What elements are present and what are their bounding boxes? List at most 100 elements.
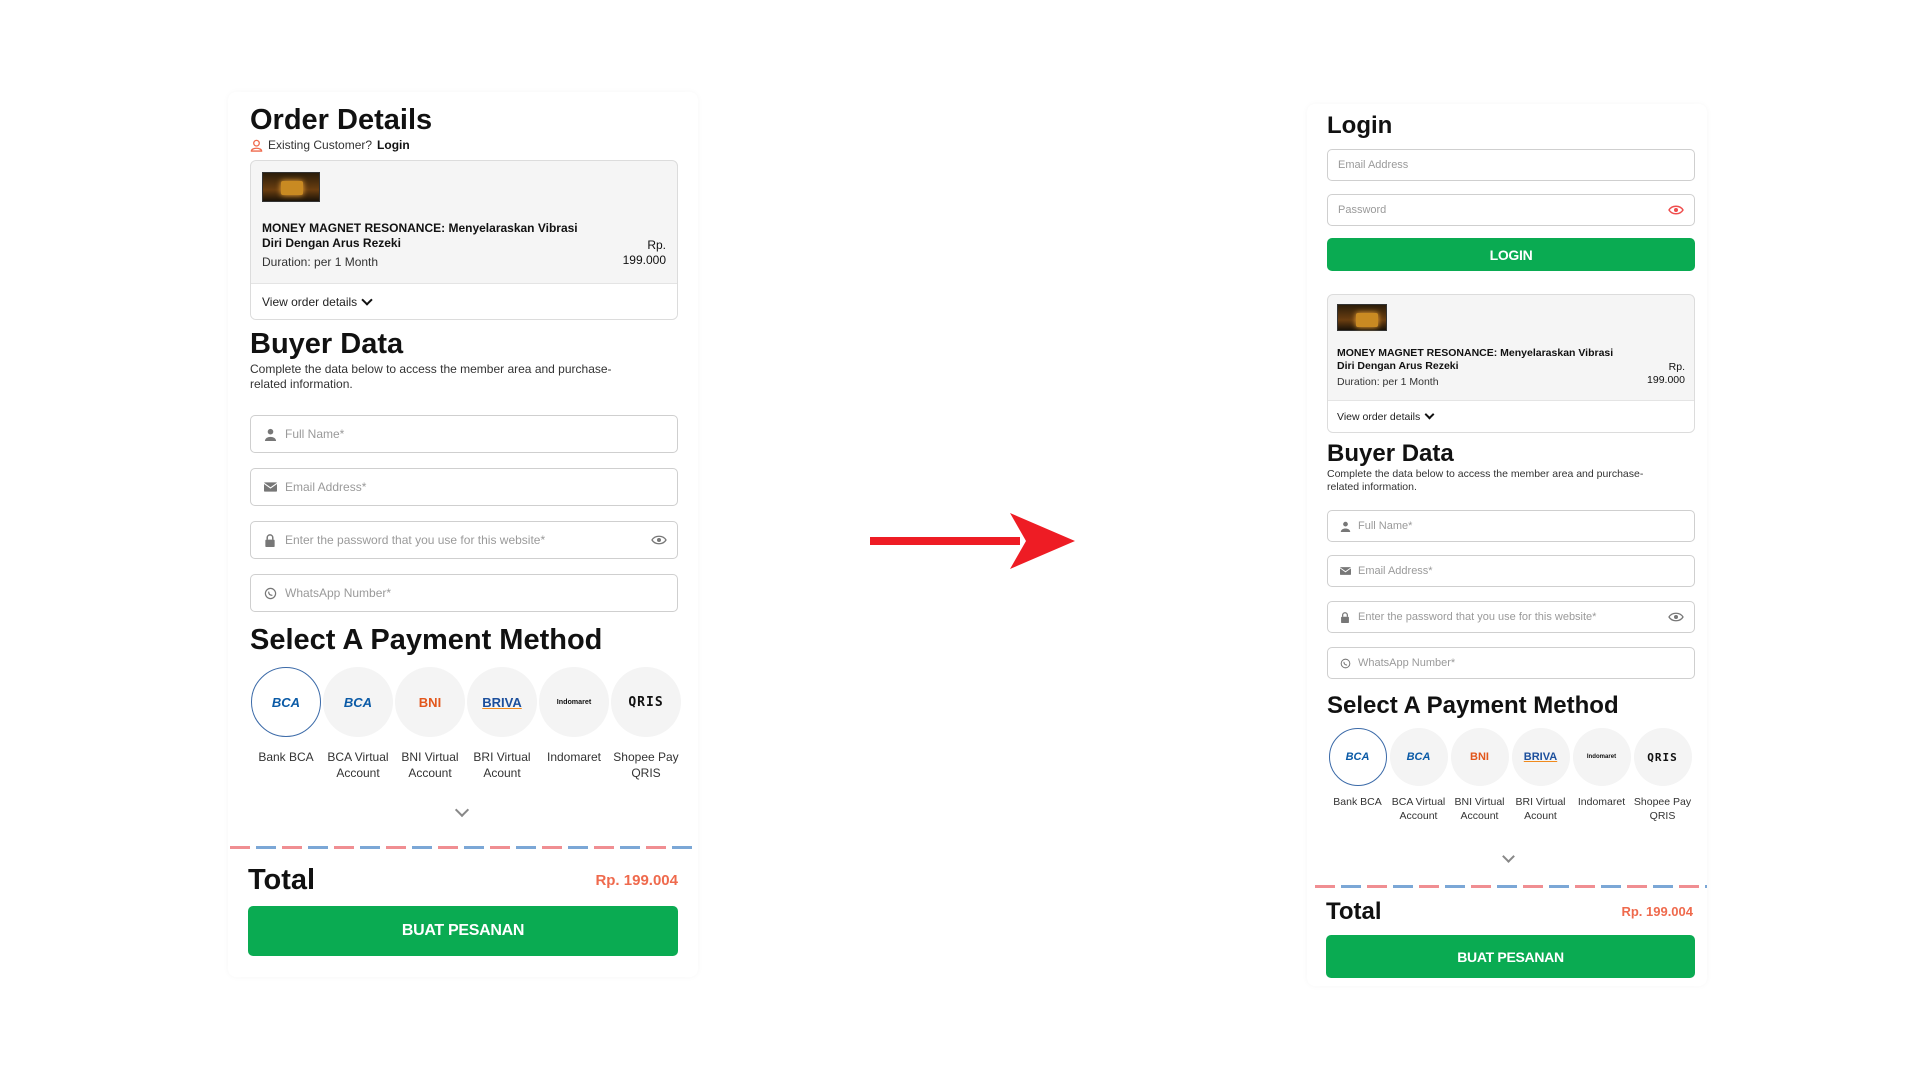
login-button[interactable]: LOGIN [1327,238,1695,271]
payment-logo-icon: QRIS [611,667,681,737]
payment-label-line1: BCA Virtual [1391,796,1446,808]
payment-option[interactable]: BNI BNI Virtual Account [1449,728,1510,823]
payment-option[interactable]: BCA Bank BCA [1327,728,1388,823]
product-price: Rp. 199.000 [1647,361,1685,387]
payment-logo-text: BRIVA [482,694,522,710]
eye-icon[interactable] [1668,612,1684,622]
order-details-title: Order Details [250,104,433,136]
price-amount: 199.000 [1647,374,1685,386]
product-thumbnail [1337,304,1387,331]
payment-logo-text: QRIS [628,694,664,710]
email-field[interactable]: Email Address* [250,468,678,506]
payment-method-list: BCA Bank BCA BCA BCA Virtual Account BNI BNI V… [1327,728,1693,823]
payment-option[interactable]: BNI BNI Virtual Account [394,667,466,781]
payment-label-line1: BRI Virtual [473,750,531,764]
login-password-placeholder: Password [1338,204,1387,216]
payment-option[interactable]: BCA BCA Virtual Account [1388,728,1449,823]
view-order-details-toggle[interactable]: View order details [251,283,677,319]
payment-method-title: Select A Payment Method [250,624,603,656]
password-placeholder: Enter the password that you use for this… [285,533,546,547]
payment-label-line2: Account [408,766,452,781]
show-more-chevron-icon[interactable] [454,802,470,818]
full-name-field[interactable]: Full Name* [1327,510,1695,542]
buyer-data-subtitle: Complete the data below to access the me… [1327,468,1697,494]
payment-label-line2: Acount [1524,810,1557,823]
email-field[interactable]: Email Address* [1327,555,1695,587]
payment-logo-text: QRIS [1647,750,1678,764]
payment-method-list: BCA Bank BCA BCA BCA Virtual Account BNI BNI V… [250,667,682,781]
whatsapp-icon [1338,656,1352,670]
whatsapp-field[interactable]: WhatsApp Number* [1327,647,1695,679]
payment-label-line1: BNI Virtual [401,750,459,764]
price-amount: 199.000 [622,253,666,267]
buyer-data-title: Buyer Data [1327,440,1454,467]
payment-option-label: BRI Virtual Acount [473,749,530,781]
payment-logo-text: BCA [1345,751,1370,763]
payment-option-label: Indomaret [547,749,601,765]
eye-icon[interactable] [1668,205,1684,215]
payment-logo-text: BNI [418,694,442,710]
payment-label-line2: QRIS [1649,810,1676,823]
payment-logo-icon: BNI [395,667,465,737]
whatsapp-icon [263,586,277,600]
buat-pesanan-button[interactable]: BUAT PESANAN [1326,935,1695,978]
full-name-field[interactable]: Full Name* [250,415,678,453]
existing-customer-text: Existing Customer? [268,138,373,152]
view-order-details-toggle[interactable]: View order details [1328,400,1694,432]
payment-option[interactable]: QRIS Shopee Pay QRIS [1632,728,1693,823]
payment-logo-icon: BRIVA [467,667,537,737]
payment-option[interactable]: BRIVA BRI Virtual Acount [1510,728,1571,823]
payment-logo-icon: BCA [1328,728,1387,786]
payment-option-label: BNI Virtual Account [401,749,458,781]
product-card: MONEY MAGNET RESONANCE: Menyelaraskan Vi… [250,160,678,320]
payment-label-line2: Account [336,766,380,781]
payment-option-label: Bank BCA [1333,795,1381,809]
user-icon [250,139,263,152]
payment-option-label: BCA Virtual Account [327,749,388,781]
payment-logo-icon: BRIVA [1511,728,1570,786]
person-icon [263,427,277,441]
payment-label-line1: Indomaret [546,750,602,764]
payment-label-line1: Shopee Pay [613,750,679,764]
payment-option[interactable]: QRIS Shopee Pay QRIS [610,667,682,781]
payment-option[interactable]: BCA Bank BCA [250,667,322,781]
payment-label-line1: Bank BCA [1333,796,1382,808]
price-currency: Rp. [647,238,666,252]
login-email-field[interactable]: Email Address [1327,149,1695,181]
total-label: Total [248,864,316,896]
eye-icon[interactable] [651,535,667,545]
show-more-chevron-icon[interactable] [1502,850,1515,863]
login-password-field[interactable]: Password [1327,194,1695,226]
product-duration: Duration: per 1 Month [262,255,379,269]
payment-option[interactable]: BCA BCA Virtual Account [322,667,394,781]
transition-arrow-icon [870,513,1075,569]
payment-option[interactable]: Indomaret Indomaret [538,667,610,781]
password-field[interactable]: Enter the password that you use for this… [1327,601,1695,633]
email-placeholder: Email Address* [1358,565,1433,577]
order-form-before: Order Details Existing Customer? Login M… [228,92,698,977]
dashed-divider [230,846,698,849]
buyer-sub-line2: related information. [1327,481,1417,493]
payment-logo-text: Indomaret [1586,754,1617,760]
chevron-down-icon [361,293,373,306]
whatsapp-placeholder: WhatsApp Number* [285,586,392,600]
buyer-data-title: Buyer Data [250,328,404,360]
payment-label-line2: Account [1399,810,1438,823]
payment-logo-icon: Indomaret [1572,728,1631,786]
payment-logo-text: BCA [343,694,373,710]
whatsapp-placeholder: WhatsApp Number* [1358,657,1456,669]
password-field[interactable]: Enter the password that you use for this… [250,521,678,559]
payment-logo-text: BRIVA [1523,751,1558,763]
payment-method-title: Select A Payment Method [1327,692,1619,719]
payment-logo-icon: QRIS [1633,728,1692,786]
login-link[interactable]: Login [377,138,410,152]
product-name: MONEY MAGNET RESONANCE: Menyelaraskan Vi… [1337,347,1637,373]
payment-label-line1: Indomaret [1577,796,1626,808]
payment-option[interactable]: BRIVA BRI Virtual Acount [466,667,538,781]
payment-option[interactable]: Indomaret Indomaret [1571,728,1632,823]
buat-pesanan-button[interactable]: BUAT PESANAN [248,906,678,956]
product-name-line1: MONEY MAGNET RESONANCE: Menyelaraskan Vi… [1337,347,1614,359]
payment-logo-icon: BCA [251,667,321,737]
whatsapp-field[interactable]: WhatsApp Number* [250,574,678,612]
email-placeholder: Email Address* [285,480,367,494]
